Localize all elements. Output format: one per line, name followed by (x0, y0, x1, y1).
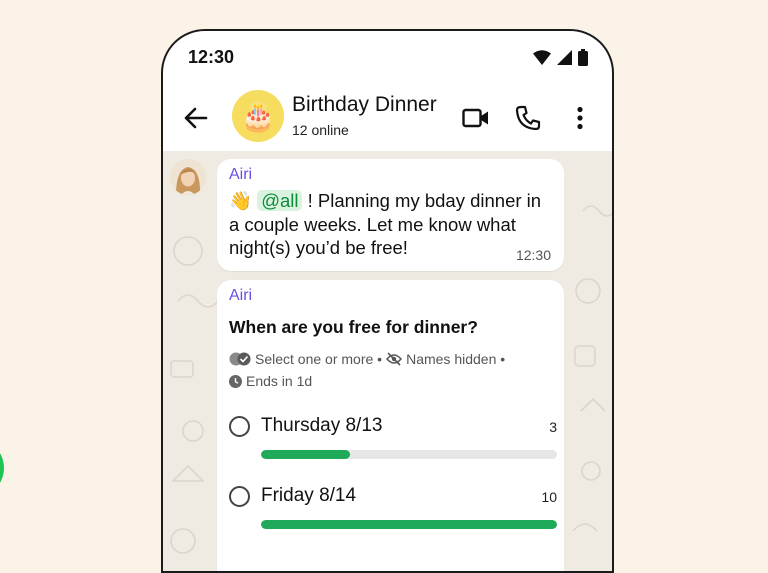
option-vote-count[interactable]: 3 (549, 419, 557, 435)
message-text: 👋 @all ! Planning my bday dinner in a co… (229, 189, 549, 260)
online-count: 12 online (292, 122, 349, 138)
more-vert-icon (577, 106, 583, 130)
option-label: Thursday 8/13 (261, 415, 383, 436)
option-progress-track (261, 450, 557, 459)
waving-hand-emoji: 👋 (229, 190, 253, 211)
status-icons (533, 49, 588, 66)
option-vote-count[interactable]: 10 (541, 489, 557, 505)
message-bubble[interactable]: Airi 👋 @all ! Planning my bday dinner in… (217, 159, 564, 271)
voice-call-button[interactable] (513, 103, 543, 133)
option-progress-fill (261, 450, 350, 459)
clock-icon (229, 374, 242, 388)
option-radio[interactable] (229, 416, 250, 437)
user-avatar-icon (170, 159, 206, 195)
status-time: 12:30 (188, 47, 235, 67)
more-options-button[interactable] (565, 103, 595, 133)
option-progress-fill (261, 520, 557, 529)
message-time: 12:30 (515, 247, 551, 263)
poll-option[interactable]: Friday 8/14 10 (229, 485, 559, 536)
poll-meta-line1: Select one or more • Names hidden • (229, 351, 505, 367)
poll-sender-name[interactable]: Airi (229, 287, 252, 305)
poll-meta-line2: Ends in 1d (229, 373, 312, 389)
poll-ends-text: Ends in 1d (246, 373, 313, 389)
chat-area[interactable]: Airi 👋 @all ! Planning my bday dinner in… (163, 151, 612, 571)
mention-tag[interactable]: @all (257, 190, 303, 211)
phone-frame: 12:30 🎂 Birthday Dinner 12 online Airi 👋… (161, 29, 614, 573)
wifi-icon (533, 50, 551, 65)
option-label: Friday 8/14 (261, 485, 357, 506)
video-call-icon (462, 108, 488, 128)
names-hidden-text: Names hidden • (406, 351, 506, 367)
eye-off-icon (386, 352, 403, 366)
sender-name[interactable]: Airi (229, 166, 252, 184)
sender-avatar[interactable] (170, 159, 206, 195)
poll-question: When are you free for dinner? (229, 317, 478, 337)
group-avatar[interactable]: 🎂 (232, 90, 284, 142)
status-bar: 12:30 (163, 31, 612, 85)
option-progress-track (261, 520, 557, 529)
back-arrow-icon (184, 107, 208, 129)
cake-icon: 🎂 (240, 100, 276, 132)
signal-icon (557, 50, 572, 65)
option-radio[interactable] (229, 486, 250, 507)
chat-header: 🎂 Birthday Dinner 12 online (163, 85, 612, 151)
phone-icon (515, 105, 541, 131)
poll-option[interactable]: Thursday 8/13 3 (229, 415, 559, 466)
chat-title[interactable]: Birthday Dinner (292, 93, 437, 117)
decorative-green-shape (0, 445, 4, 491)
double-check-icon (229, 352, 251, 366)
poll-bubble: Airi When are you free for dinner? Selec… (217, 280, 564, 571)
back-button[interactable] (183, 105, 209, 131)
battery-icon (578, 49, 588, 66)
select-mode-text: Select one or more • (255, 351, 383, 367)
video-call-button[interactable] (461, 103, 491, 133)
